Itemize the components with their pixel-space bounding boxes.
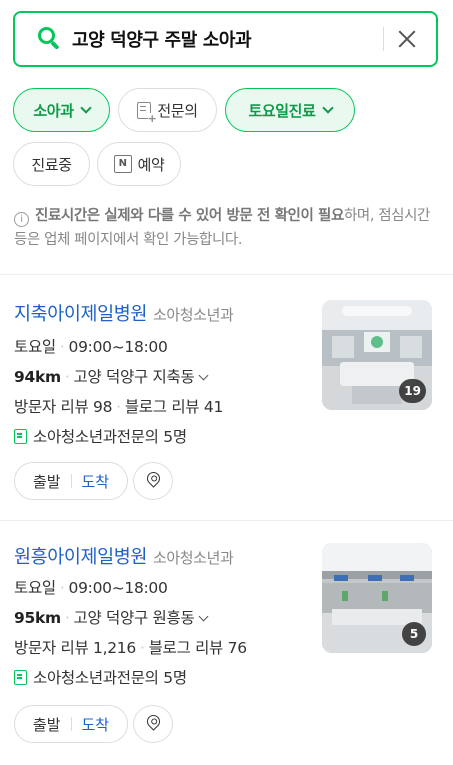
- chevron-down-icon: [79, 101, 92, 114]
- location-pin-icon: [144, 712, 163, 731]
- doctor-document-icon: [137, 101, 157, 124]
- filter-chip-reservation[interactable]: N 예약: [97, 142, 181, 186]
- specialist-icon: [14, 429, 27, 444]
- day-label: 토요일: [14, 579, 56, 597]
- address: 고양 덕양구 원흥동: [73, 609, 195, 627]
- close-icon[interactable]: [396, 28, 418, 50]
- hours-notice: i 진료시간은 실제와 다를 수 있어 방문 전 확인이 필요하며, 점심시간 등…: [14, 204, 439, 252]
- blog-reviews: 블로그 리뷰 76: [148, 639, 247, 657]
- distance: 94km: [14, 368, 61, 386]
- route-button[interactable]: 출발 도착: [14, 462, 128, 500]
- search-divider: [383, 27, 384, 51]
- hospital-photo[interactable]: 19: [322, 300, 432, 410]
- search-input[interactable]: 고양 덕양구 주말 소아과: [72, 26, 383, 52]
- location-pin-icon: [144, 469, 163, 488]
- day-label: 토요일: [14, 338, 56, 356]
- chevron-down-icon: [321, 101, 334, 114]
- hospital-name-link[interactable]: 지축아이제일병원: [14, 304, 147, 325]
- photo-count-badge: 5: [402, 622, 426, 646]
- hours-value: 09:00~18:00: [68, 338, 168, 356]
- hours-line: 토요일 · 09:00~18:00: [14, 579, 168, 597]
- search-icon: [37, 26, 63, 52]
- list-item[interactable]: 지축아이제일병원 소아청소년과 토요일 · 09:00~18:00 94km · 고양 덕…: [0, 300, 453, 500]
- hospital-category: 소아청소년과: [152, 306, 234, 324]
- visitor-reviews: 방문자 리뷰 98: [14, 398, 113, 416]
- address: 고양 덕양구 지축동: [73, 368, 195, 386]
- filter-chip-saturday[interactable]: 토요일진료: [225, 88, 355, 132]
- location-line[interactable]: 95km · 고양 덕양구 원흥동: [14, 606, 209, 628]
- specialist-count: 소아청소년과전문의 5명: [33, 669, 187, 687]
- hospital-name-link[interactable]: 원흥아이제일병원: [14, 547, 147, 568]
- hospital-category: 소아청소년과: [152, 549, 234, 567]
- visitor-reviews: 방문자 리뷰 1,216: [14, 639, 136, 657]
- map-button[interactable]: [133, 462, 173, 500]
- specialist-count: 소아청소년과전문의 5명: [33, 428, 187, 446]
- hospital-photo[interactable]: 5: [322, 543, 432, 653]
- filter-chip-label: 소아과: [33, 101, 74, 120]
- blog-reviews: 블로그 리뷰 41: [124, 398, 224, 416]
- specialist-icon: [14, 670, 27, 685]
- review-line: 방문자 리뷰 1,216 · 블로그 리뷰 76: [14, 639, 247, 657]
- specialist-line: 소아청소년과전문의 5명: [14, 425, 187, 447]
- specialist-line: 소아청소년과전문의 5명: [14, 666, 187, 688]
- map-button[interactable]: [133, 705, 173, 743]
- route-button[interactable]: 출발 도착: [14, 705, 128, 743]
- chevron-down-icon: [198, 611, 209, 622]
- filter-chip-pediatrics[interactable]: 소아과: [13, 88, 110, 132]
- depart-button[interactable]: 출발: [33, 714, 61, 735]
- filter-chip-label: 예약: [137, 155, 165, 174]
- filter-chip-label: 전문의: [157, 101, 198, 120]
- review-line: 방문자 리뷰 98 · 블로그 리뷰 41: [14, 398, 224, 416]
- info-icon: i: [14, 212, 29, 227]
- notice-bold: 진료시간은 실제와 다를 수 있어 방문 전 확인이 필요: [35, 208, 344, 224]
- hours-line: 토요일 · 09:00~18:00: [14, 338, 168, 356]
- filter-chip-label: 진료중: [31, 155, 72, 174]
- arrive-button[interactable]: 도착: [82, 714, 110, 735]
- filter-chip-label: 토요일진료: [248, 101, 316, 120]
- list-item[interactable]: 원흥아이제일병원 소아청소년과 토요일 · 09:00~18:00 95km · 고양 덕…: [0, 543, 453, 753]
- search-bar[interactable]: 고양 덕양구 주말 소아과: [13, 11, 438, 67]
- naver-booking-icon: N: [113, 155, 132, 173]
- title-row: 지축아이제일병원 소아청소년과: [14, 300, 234, 326]
- arrive-button[interactable]: 도착: [82, 471, 110, 492]
- filter-chip-specialist[interactable]: 전문의: [118, 88, 217, 132]
- filter-chip-open-now[interactable]: 진료중: [13, 142, 90, 186]
- chevron-down-icon: [198, 370, 209, 381]
- divider: [0, 274, 453, 275]
- photo-count-badge: 19: [399, 379, 426, 403]
- distance: 95km: [14, 609, 61, 627]
- depart-button[interactable]: 출발: [33, 471, 61, 492]
- divider: [0, 520, 453, 521]
- hours-value: 09:00~18:00: [68, 579, 168, 597]
- location-line[interactable]: 94km · 고양 덕양구 지축동: [14, 365, 209, 387]
- title-row: 원흥아이제일병원 소아청소년과: [14, 543, 234, 569]
